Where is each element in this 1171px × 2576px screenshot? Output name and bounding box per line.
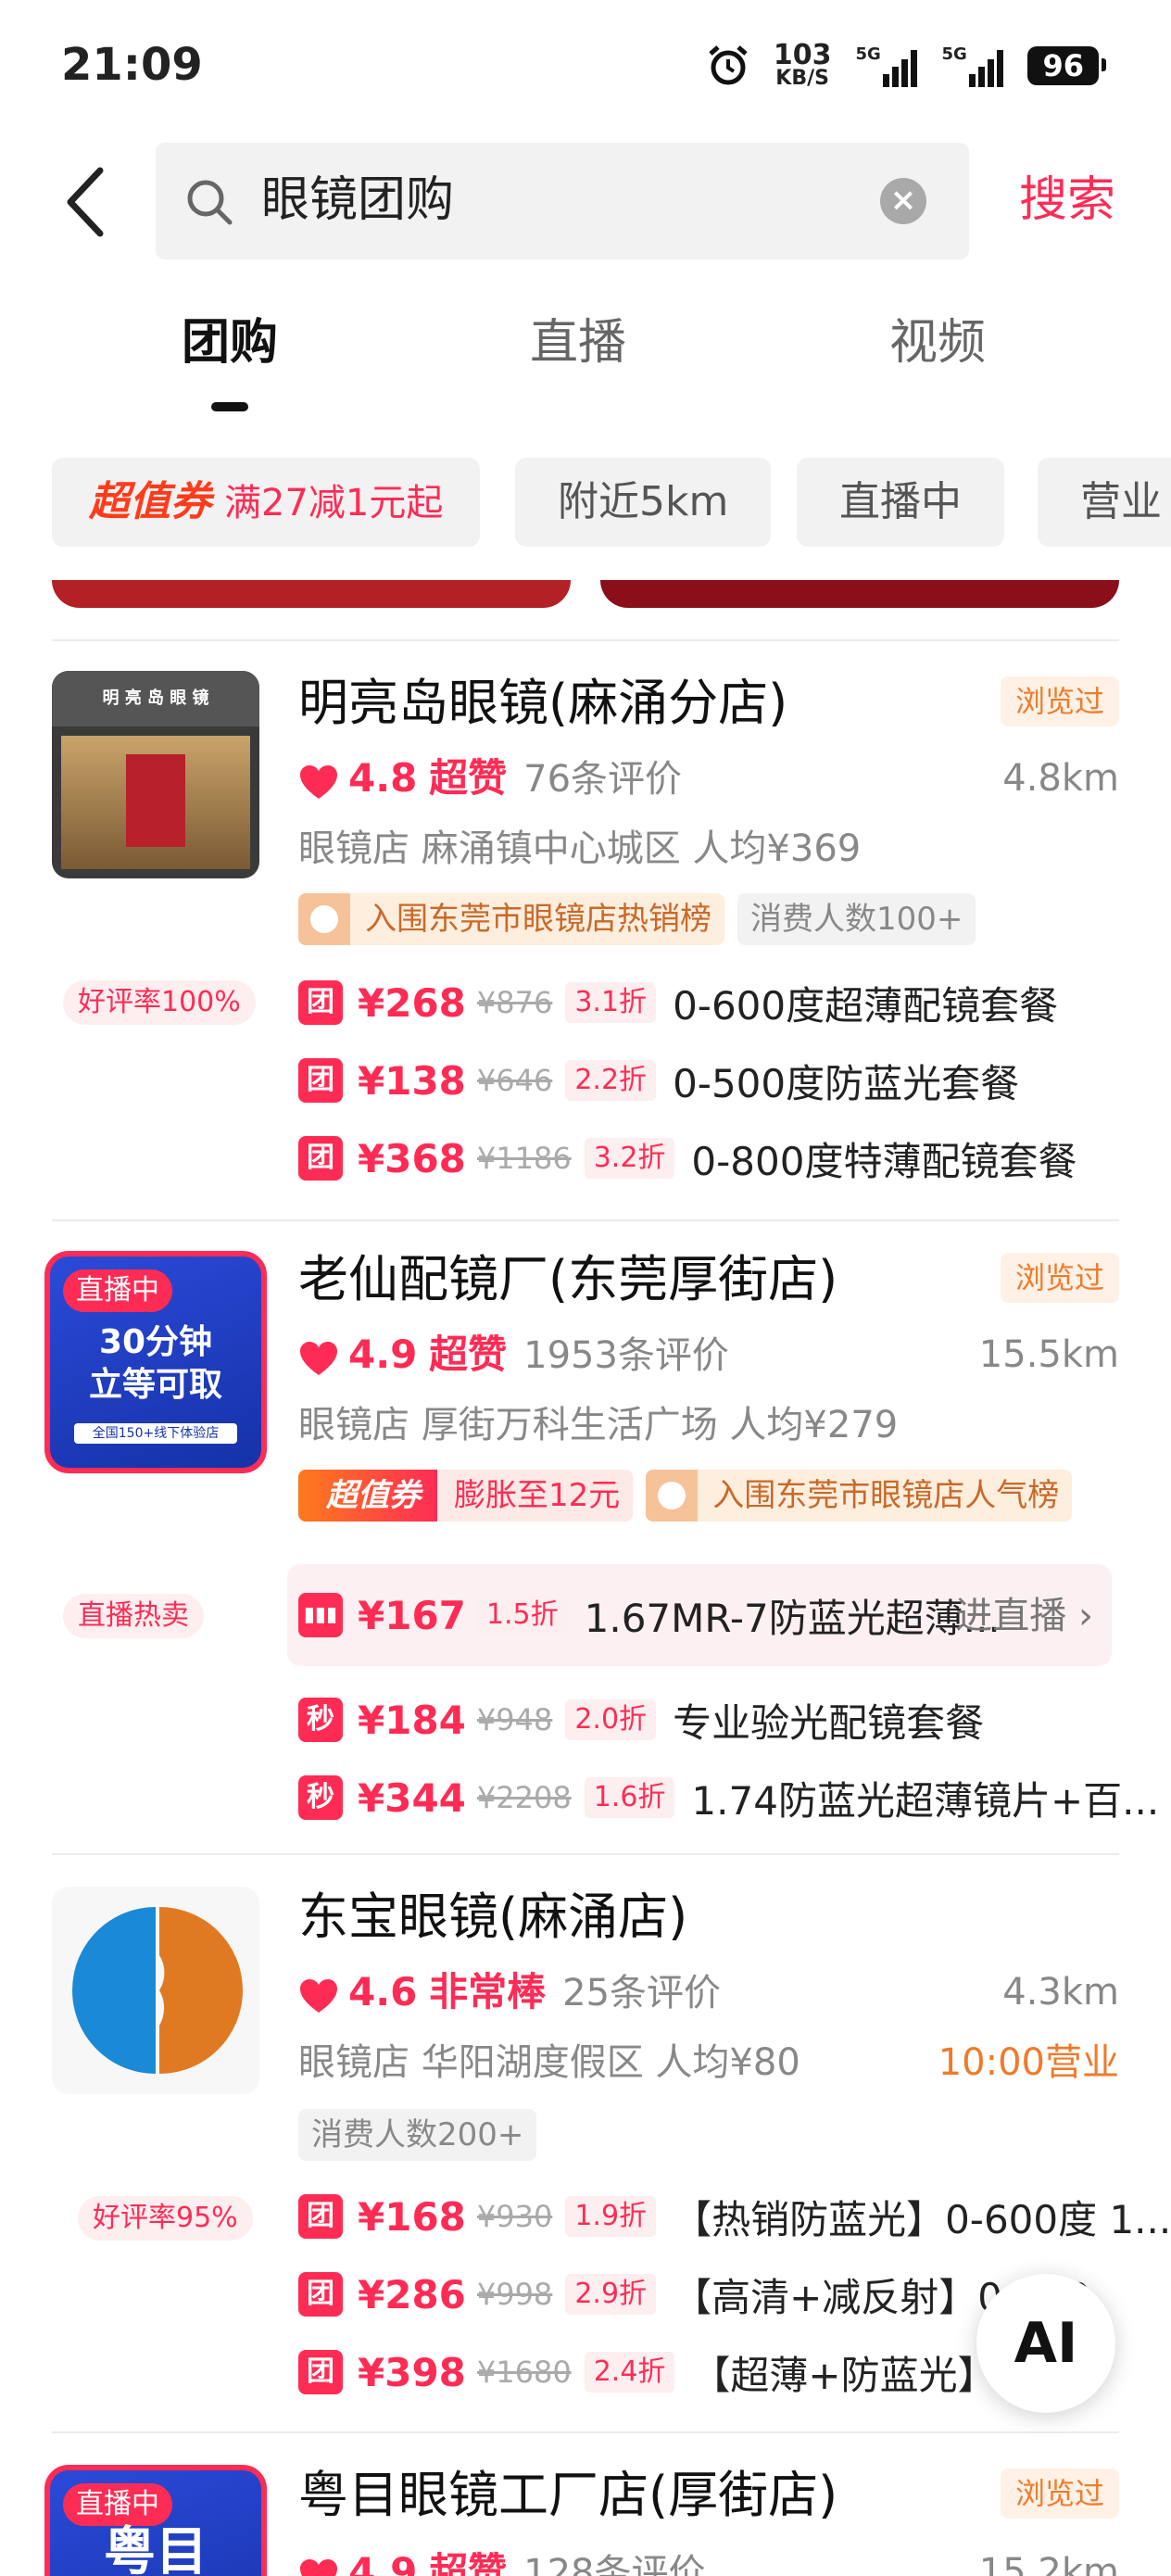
consumer-count-tag: 消费人数200+ (298, 2109, 537, 2161)
heart-icon (298, 2557, 339, 2576)
status-bar: 21:09 103 KB/S 5G 5G 96 (0, 0, 1171, 139)
distance: 4.8km (1002, 757, 1119, 800)
groupbuy-icon: 团 (298, 2272, 343, 2317)
search-query: 眼镜团购 (261, 172, 455, 228)
store-sign: 明 亮 岛 眼 镜 (52, 671, 259, 726)
shop-meta: 眼镜店 厚街万科生活广场 人均¥279 (298, 1404, 899, 1446)
signal-icon-2: 5G (941, 44, 1004, 87)
rank-tag[interactable]: 入围东莞市眼镜店人气榜 (646, 1470, 1073, 1522)
shop-thumbnail: 明 亮 岛 眼 镜 (52, 671, 259, 878)
groupbuy-icon: 团 (298, 2350, 343, 2394)
alarm-icon (707, 44, 749, 87)
deal-row[interactable]: 团 ¥398 ¥1680 2.4折 【超薄+防蓝光】0 (298, 2344, 1021, 2400)
rating-percent-badge: 好评率100% (63, 980, 256, 1025)
consumer-count-tag: 消费人数100+ (737, 893, 976, 945)
search-input[interactable]: 眼镜团购 × (156, 143, 969, 259)
active-tab-indicator (211, 402, 248, 411)
chip-open[interactable]: 营业 (1038, 458, 1171, 547)
deal-row[interactable]: 秒 ¥344 ¥2208 1.6折 1.74防蓝光超薄镜片+百... (298, 1770, 1159, 1825)
tab-live[interactable]: 直播 (530, 313, 626, 373)
heart-icon (298, 1976, 339, 2014)
chip-nearby[interactable]: 附近5km (515, 458, 772, 547)
shop-meta: 眼镜店 麻涌镇中心城区 人均¥369 (298, 827, 862, 870)
shop-name: 明亮岛眼镜(麻涌分店) (298, 674, 788, 732)
groupbuy-icon: 团 (298, 1136, 343, 1181)
shop-logo (52, 1887, 259, 2094)
opening-time: 10:00营业 (938, 2041, 1119, 2084)
status-icons: 103 KB/S 5G 5G 96 (707, 39, 1106, 90)
rating: 4.9 超赞 128条评价 (298, 2546, 706, 2576)
deal-row[interactable]: 团 ¥168 ¥930 1.9折 【热销防蓝光】0-600度 1... (298, 2189, 1171, 2244)
douyin-icon (646, 1470, 699, 1522)
shop-meta: 眼镜店 华阳湖度假区 人均¥80 (298, 2041, 800, 2084)
live-hot-badge: 直播热卖 (63, 1594, 204, 1638)
rating: 4.8 超赞 76条评价 (298, 752, 682, 805)
flash-sale-icon: 秒 (298, 1698, 343, 1742)
clear-icon[interactable]: × (880, 178, 926, 224)
groupbuy-icon: 团 (298, 1058, 343, 1103)
banner-peek-left[interactable] (52, 580, 571, 608)
rating: 4.9 超赞 1953条评价 (298, 1329, 729, 1382)
tab-video[interactable]: 视频 (889, 313, 986, 373)
search-icon (183, 176, 235, 228)
rank-tag[interactable]: 入围东莞市眼镜店热销榜 (298, 893, 724, 945)
chip-coupon[interactable]: 超值券 满27减1元起 (52, 458, 481, 547)
tag-row: 入围东莞市眼镜店热销榜 消费人数100+ (298, 893, 976, 945)
ai-assistant-button[interactable]: AI (976, 2274, 1115, 2413)
groupbuy-icon: 团 (298, 2194, 343, 2239)
enter-live-link[interactable]: 进直播 › (955, 1590, 1093, 1642)
flash-sale-icon: 秒 (298, 1775, 343, 1820)
distance: 15.5km (978, 1333, 1119, 1376)
chip-live[interactable]: 直播中 (797, 458, 1004, 547)
rating-percent-badge: 好评率95% (78, 2196, 253, 2241)
filter-chips: 超值券 满27减1元起 附近5km 直播中 营业 (52, 458, 1171, 547)
deal-row[interactable]: 团 ¥268 ¥876 3.1折 0-600度超薄配镜套餐 (298, 975, 1058, 1030)
heart-icon (298, 763, 339, 800)
clock: 21:09 (61, 39, 203, 91)
live-badge: 直播中 (63, 2483, 172, 2526)
deal-row[interactable]: 团 ¥286 ¥998 2.9折 【高清+减反射】0-800 (298, 2267, 1090, 2322)
tag-row: 消费人数200+ (298, 2109, 537, 2161)
deal-row[interactable]: 团 ¥138 ¥646 2.2折 0-500度防蓝光套餐 (298, 1053, 1019, 1108)
battery-icon: 96 (1027, 46, 1106, 85)
deal-row[interactable]: 秒 ¥184 ¥948 2.0折 专业验光配镜套餐 (298, 1692, 984, 1748)
viewed-badge: 浏览过 (1000, 676, 1119, 726)
coupon-tag[interactable]: 超值券 膨胀至12元 (298, 1470, 634, 1522)
shop-card[interactable]: 明 亮 岛 眼 镜 明亮岛眼镜(麻涌分店) 浏览过 4.8 超赞 76条评价 4.… (0, 639, 1171, 1214)
live-deal-row[interactable]: ▮▮▮ ¥167 1.5折 1.67MR-7防蓝光超薄... 进直播 › (287, 1564, 1112, 1666)
viewed-badge: 浏览过 (1000, 2469, 1119, 2519)
shop-name: 东宝眼镜(麻涌店) (298, 1888, 688, 1946)
shop-card[interactable]: 直播中 粤目 粤目眼镜工厂店(厚街店) 浏览过 4.9 超赞 128条评价 15.… (0, 2431, 1171, 2576)
groupbuy-icon: 团 (298, 980, 343, 1025)
shop-name: 粤目眼镜工厂店(厚街店) (298, 2466, 838, 2524)
signal-icon: 5G (855, 44, 918, 87)
tag-row: 超值券 膨胀至12元 入围东莞市眼镜店人气榜 (298, 1470, 1073, 1522)
live-bars-icon: ▮▮▮ (298, 1593, 343, 1637)
live-thumbnail: 直播中 粤目 (44, 2465, 267, 2576)
distance: 15.2km (978, 2551, 1119, 2576)
distance: 4.3km (1002, 1971, 1119, 2014)
deal-row[interactable]: 团 ¥368 ¥1186 3.2折 0-800度特薄配镜套餐 (298, 1130, 1077, 1186)
rating: 4.6 非常棒 25条评价 (298, 1966, 721, 2019)
back-icon[interactable] (59, 165, 115, 239)
live-badge: 直播中 (63, 1269, 172, 1312)
live-thumbnail: 直播中 30分钟 立等可取 全国150+线下体验店 (44, 1251, 267, 1473)
net-speed: 103 KB/S (773, 39, 832, 90)
shop-name: 老仙配镜厂(东莞厚街店) (298, 1250, 838, 1308)
heart-icon (298, 1339, 339, 1376)
douyin-icon (298, 893, 350, 945)
shop-card[interactable]: 直播中 30分钟 立等可取 全国150+线下体验店 老仙配镜厂(东莞厚街店) 浏览… (0, 1219, 1171, 1850)
search-button[interactable]: 搜索 (1019, 170, 1115, 230)
banner-peek-right[interactable] (600, 580, 1119, 608)
viewed-badge: 浏览过 (1000, 1253, 1119, 1303)
tab-groupbuy[interactable]: 团购 (182, 313, 278, 373)
